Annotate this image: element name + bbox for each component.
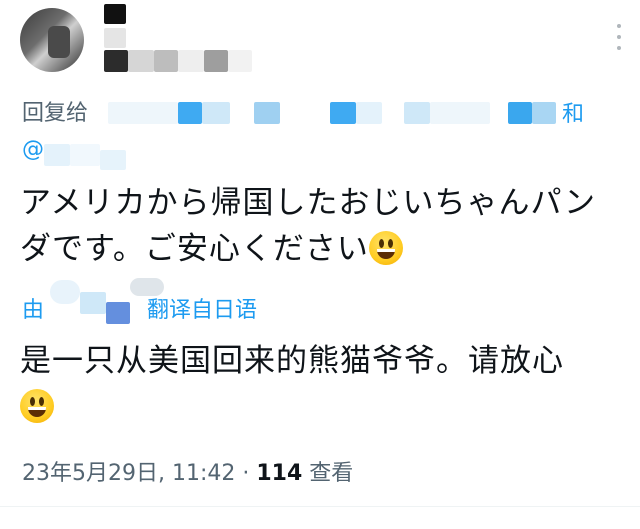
timestamp[interactable]: 23年5月29日, 11:42 · bbox=[22, 461, 256, 486]
replying-to-prefix: 回复给 bbox=[22, 101, 89, 126]
views-label: 查看 bbox=[302, 461, 354, 486]
view-count: 114 bbox=[256, 461, 303, 486]
translation-text: 是一只从美国回来的熊猫爷爷。请放心 bbox=[20, 338, 620, 430]
reply-and-label: 和 bbox=[562, 102, 585, 127]
tweet-meta: 23年5月29日, 11:42 · 114 查看 bbox=[22, 455, 353, 487]
reply-at-symbol[interactable]: @ bbox=[22, 137, 44, 162]
divider bbox=[0, 506, 640, 507]
avatar[interactable] bbox=[20, 8, 84, 72]
grinning-face-icon bbox=[20, 389, 54, 423]
replying-to-label: 回复给 bbox=[22, 95, 88, 127]
translated-by-prefix: 由 bbox=[22, 298, 45, 323]
grinning-face-icon bbox=[368, 231, 403, 265]
more-options-icon[interactable] bbox=[616, 24, 622, 50]
translation-text-content: 是一只从美国回来的熊猫爷爷。请放心 bbox=[20, 343, 564, 379]
tweet-text-content: アメリカから帰国したおじいちゃんパンダです。ご安心ください bbox=[20, 185, 596, 267]
translated-from-label[interactable]: 翻译自日语 bbox=[147, 298, 257, 323]
tweet-text: アメリカから帰国したおじいちゃんパンダです。ご安心ください bbox=[20, 180, 620, 272]
